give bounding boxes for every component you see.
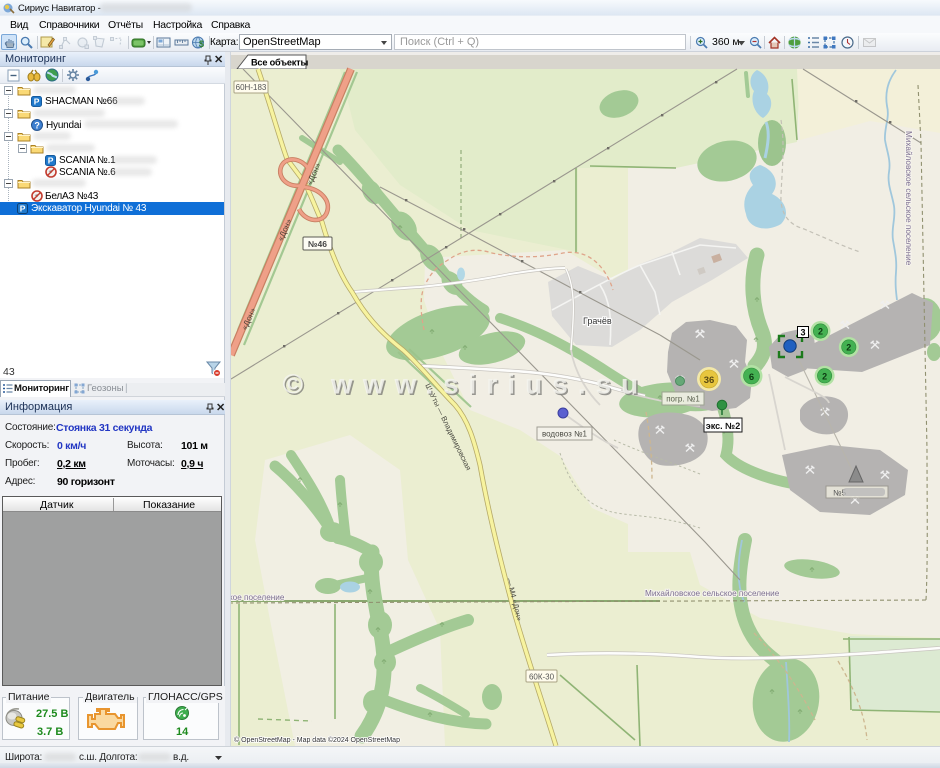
svg-text:$: $ xyxy=(199,39,204,49)
svg-text:кое поселение: кое поселение xyxy=(231,593,285,602)
svg-text:№46: №46 xyxy=(308,239,327,249)
svg-text:© www.sirius.su: © www.sirius.su xyxy=(283,369,649,400)
svg-text:2: 2 xyxy=(818,327,823,337)
svg-text:36: 36 xyxy=(704,375,715,386)
svg-text:3: 3 xyxy=(800,328,805,338)
svg-text:водовоз №1: водовоз №1 xyxy=(542,430,588,439)
svg-text:Михайловское сельское поселени: Михайловское сельское поселение xyxy=(645,589,780,598)
svg-text:Все объекты: Все объекты xyxy=(251,58,308,68)
svg-text:?: ? xyxy=(34,120,39,130)
svg-text:P: P xyxy=(34,97,40,107)
svg-text:6: 6 xyxy=(749,372,754,383)
svg-text:экс. №2: экс. №2 xyxy=(706,421,740,431)
svg-text:P: P xyxy=(20,204,26,214)
svg-text:© OpenStreetMap - Map data ©20: © OpenStreetMap - Map data ©2024 OpenStr… xyxy=(234,736,400,744)
svg-text:погр. №1: погр. №1 xyxy=(666,395,700,404)
svg-text:60К-30: 60К-30 xyxy=(529,673,555,682)
svg-text:2: 2 xyxy=(822,371,827,381)
svg-text:Михайловское сельское поселени: Михайловское сельское поселение xyxy=(904,131,913,266)
svg-text:P: P xyxy=(48,156,54,166)
svg-text:Грачёв: Грачёв xyxy=(583,316,612,326)
svg-text:60Н-183: 60Н-183 xyxy=(236,83,267,92)
svg-text:2: 2 xyxy=(846,343,851,353)
